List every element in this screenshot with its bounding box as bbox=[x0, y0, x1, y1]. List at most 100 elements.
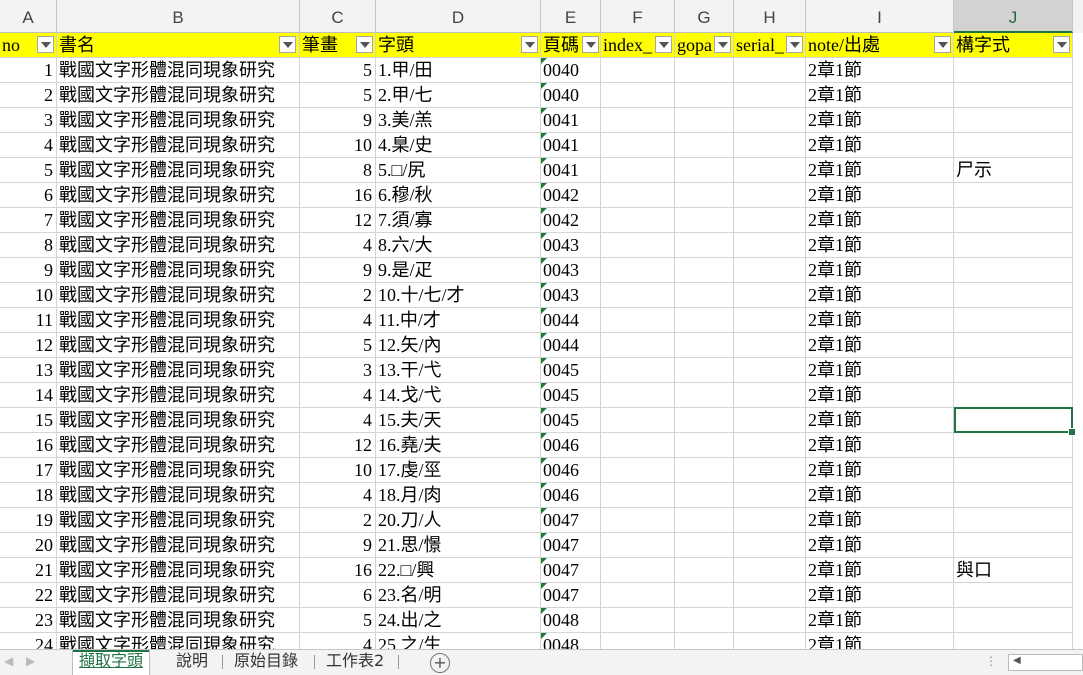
cell-page[interactable]: 0048 bbox=[541, 633, 601, 649]
filter-dropdown-icon[interactable] bbox=[714, 36, 731, 53]
cell-index[interactable] bbox=[601, 358, 675, 383]
cell-no[interactable]: 22 bbox=[0, 583, 57, 608]
cell-page[interactable]: 0046 bbox=[541, 433, 601, 458]
cell-head[interactable]: 2.甲/七 bbox=[376, 83, 541, 108]
cell-note[interactable]: 2章1節 bbox=[806, 108, 954, 133]
cell-strokes[interactable]: 9 bbox=[300, 108, 376, 133]
cell-strokes[interactable]: 5 bbox=[300, 58, 376, 83]
cell-note[interactable]: 2章1節 bbox=[806, 533, 954, 558]
cell-book[interactable]: 戰國文字形體混同現象研究 bbox=[57, 283, 300, 308]
active-cell-selection[interactable] bbox=[954, 407, 1076, 436]
cell-head[interactable]: 5.□/尻 bbox=[376, 158, 541, 183]
cell-no[interactable]: 13 bbox=[0, 358, 57, 383]
filter-dropdown-icon[interactable] bbox=[356, 36, 373, 53]
cell-book[interactable]: 戰國文字形體混同現象研究 bbox=[57, 183, 300, 208]
cell-page[interactable]: 0040 bbox=[541, 83, 601, 108]
cell-serial[interactable] bbox=[734, 183, 806, 208]
cell-head[interactable]: 25.之/生 bbox=[376, 633, 541, 649]
cell-index[interactable] bbox=[601, 458, 675, 483]
cell-page[interactable]: 0043 bbox=[541, 233, 601, 258]
cell-compose[interactable] bbox=[954, 508, 1073, 533]
cell-compose[interactable] bbox=[954, 358, 1073, 383]
cell-serial[interactable] bbox=[734, 633, 806, 649]
cell-book[interactable]: 戰國文字形體混同現象研究 bbox=[57, 408, 300, 433]
cell-index[interactable] bbox=[601, 633, 675, 649]
cell-no[interactable]: 23 bbox=[0, 608, 57, 633]
cell-no[interactable]: 21 bbox=[0, 558, 57, 583]
cell-index[interactable] bbox=[601, 233, 675, 258]
cell-page[interactable]: 0041 bbox=[541, 133, 601, 158]
cell-no[interactable]: 7 bbox=[0, 208, 57, 233]
cell-index[interactable] bbox=[601, 558, 675, 583]
cell-page[interactable]: 0046 bbox=[541, 483, 601, 508]
cell-serial[interactable] bbox=[734, 508, 806, 533]
cell-note[interactable]: 2章1節 bbox=[806, 208, 954, 233]
cell-head[interactable]: 11.中/才 bbox=[376, 308, 541, 333]
cell-no[interactable]: 8 bbox=[0, 233, 57, 258]
cell-page[interactable]: 0042 bbox=[541, 208, 601, 233]
cell-head[interactable]: 24.出/之 bbox=[376, 608, 541, 633]
cell-gopa[interactable] bbox=[675, 308, 734, 333]
cell-gopa[interactable] bbox=[675, 108, 734, 133]
cell-note[interactable]: 2章1節 bbox=[806, 358, 954, 383]
cell-book[interactable]: 戰國文字形體混同現象研究 bbox=[57, 358, 300, 383]
cell-book[interactable]: 戰國文字形體混同現象研究 bbox=[57, 433, 300, 458]
cell-index[interactable] bbox=[601, 533, 675, 558]
cell-serial[interactable] bbox=[734, 333, 806, 358]
cell-index[interactable] bbox=[601, 58, 675, 83]
cell-book[interactable]: 戰國文字形體混同現象研究 bbox=[57, 83, 300, 108]
cell-strokes[interactable]: 12 bbox=[300, 433, 376, 458]
cell-serial[interactable] bbox=[734, 308, 806, 333]
cell-no[interactable]: 10 bbox=[0, 283, 57, 308]
cell-serial[interactable] bbox=[734, 283, 806, 308]
cell-book[interactable]: 戰國文字形體混同現象研究 bbox=[57, 633, 300, 649]
cell-compose[interactable] bbox=[954, 133, 1073, 158]
cell-no[interactable]: 19 bbox=[0, 508, 57, 533]
filter-dropdown-icon[interactable] bbox=[521, 36, 538, 53]
cell-no[interactable]: 6 bbox=[0, 183, 57, 208]
cell-serial[interactable] bbox=[734, 83, 806, 108]
cell-note[interactable]: 2章1節 bbox=[806, 483, 954, 508]
cell-note[interactable]: 2章1節 bbox=[806, 158, 954, 183]
add-sheet-icon[interactable]: + bbox=[430, 653, 450, 673]
cell-note[interactable]: 2章1節 bbox=[806, 58, 954, 83]
cell-serial[interactable] bbox=[734, 58, 806, 83]
filter-dropdown-icon[interactable] bbox=[786, 36, 803, 53]
cell-note[interactable]: 2章1節 bbox=[806, 583, 954, 608]
cell-gopa[interactable] bbox=[675, 508, 734, 533]
cell-strokes[interactable]: 4 bbox=[300, 308, 376, 333]
cell-gopa[interactable] bbox=[675, 633, 734, 649]
cell-page[interactable]: 0042 bbox=[541, 183, 601, 208]
cell-book[interactable]: 戰國文字形體混同現象研究 bbox=[57, 308, 300, 333]
cell-note[interactable]: 2章1節 bbox=[806, 308, 954, 333]
cell-strokes[interactable]: 16 bbox=[300, 183, 376, 208]
cell-head[interactable]: 4.臬/史 bbox=[376, 133, 541, 158]
cell-serial[interactable] bbox=[734, 483, 806, 508]
filter-dropdown-icon[interactable] bbox=[655, 36, 672, 53]
cell-page[interactable]: 0043 bbox=[541, 258, 601, 283]
cell-page[interactable]: 0041 bbox=[541, 158, 601, 183]
cell-gopa[interactable] bbox=[675, 283, 734, 308]
cell-compose[interactable] bbox=[954, 308, 1073, 333]
cell-book[interactable]: 戰國文字形體混同現象研究 bbox=[57, 58, 300, 83]
cell-head[interactable]: 18.月/肉 bbox=[376, 483, 541, 508]
cell-serial[interactable] bbox=[734, 433, 806, 458]
cell-note[interactable]: 2章1節 bbox=[806, 333, 954, 358]
cell-strokes[interactable]: 12 bbox=[300, 208, 376, 233]
cell-strokes[interactable]: 10 bbox=[300, 133, 376, 158]
cell-no[interactable]: 14 bbox=[0, 383, 57, 408]
cell-strokes[interactable]: 2 bbox=[300, 508, 376, 533]
cell-index[interactable] bbox=[601, 258, 675, 283]
cell-strokes[interactable]: 16 bbox=[300, 558, 376, 583]
sheet-tab-sheet2[interactable]: 工作表2 bbox=[320, 650, 390, 675]
cell-no[interactable]: 11 bbox=[0, 308, 57, 333]
cell-note[interactable]: 2章1節 bbox=[806, 183, 954, 208]
cell-compose[interactable] bbox=[954, 283, 1073, 308]
cell-no[interactable]: 1 bbox=[0, 58, 57, 83]
cell-serial[interactable] bbox=[734, 583, 806, 608]
cell-index[interactable] bbox=[601, 333, 675, 358]
cell-strokes[interactable]: 6 bbox=[300, 583, 376, 608]
cell-index[interactable] bbox=[601, 108, 675, 133]
column-header-f[interactable]: F bbox=[601, 0, 675, 33]
cell-strokes[interactable]: 4 bbox=[300, 408, 376, 433]
